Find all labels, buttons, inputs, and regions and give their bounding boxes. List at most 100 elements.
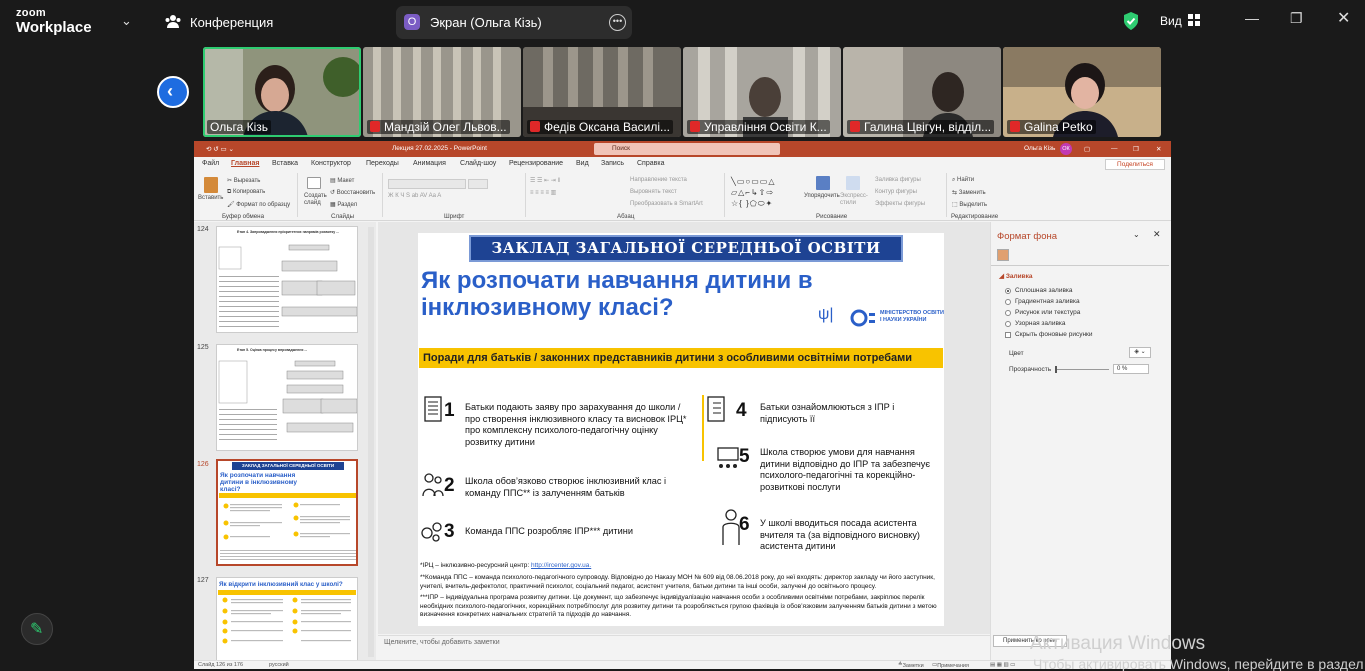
- grid-view-icon[interactable]: [1188, 14, 1200, 26]
- shape-effects-button[interactable]: Эффекты фигуры: [875, 201, 925, 207]
- ppt-share-button[interactable]: Поделиться: [1105, 159, 1165, 170]
- ppt-minimize-icon[interactable]: —: [1111, 145, 1118, 152]
- radio-picture-fill[interactable]: [1005, 310, 1011, 316]
- ribbon-divider: [525, 173, 526, 217]
- autosave-icon[interactable]: ⟲ ↺ ▭ ⌄: [206, 145, 234, 153]
- step-text: Батьки подають заяву про зарахування до …: [465, 402, 687, 447]
- reset-button[interactable]: ↺ Восстановить: [330, 189, 375, 196]
- ppt-status-bar: Слайд 126 из 176 русский ≙ Заметки ▭ При…: [194, 660, 1171, 669]
- fill-bucket-icon[interactable]: [997, 249, 1009, 261]
- menu-help[interactable]: Справка: [637, 160, 664, 167]
- step-number: 1: [441, 400, 461, 421]
- ribbon-options-icon[interactable]: ▢: [1084, 145, 1090, 153]
- notes-pane[interactable]: Щелкните, чтобы добавить заметки: [378, 635, 990, 660]
- menu-design[interactable]: Конструктор: [311, 160, 351, 167]
- font-format-icons[interactable]: Ж К Ч S ab AV Aa A: [388, 193, 441, 199]
- menu-review[interactable]: Рецензирование: [509, 160, 563, 167]
- menu-animation[interactable]: Анимация: [413, 160, 446, 167]
- thumb-title: Етап 4. Запровадження пріоритетних напря…: [237, 230, 340, 234]
- menu-record[interactable]: Запись: [601, 160, 624, 167]
- paste-button[interactable]: Вставить: [198, 195, 223, 201]
- status-language[interactable]: русский: [269, 662, 289, 668]
- thumbnails-scrollbar[interactable]: [368, 227, 374, 657]
- radio-gradient-fill[interactable]: [1005, 299, 1011, 305]
- ppt-restore-icon[interactable]: ❐: [1133, 145, 1139, 153]
- ppt-close-icon[interactable]: ✕: [1156, 145, 1161, 153]
- annotate-button[interactable]: ✎: [21, 613, 53, 645]
- format-painter-button[interactable]: 🖌 Формат по образцу: [227, 201, 290, 208]
- participant-tile[interactable]: Galina Petko: [1003, 47, 1161, 137]
- quick-styles-icon[interactable]: [846, 176, 860, 190]
- hide-bg-checkbox[interactable]: [1005, 332, 1011, 338]
- menu-view[interactable]: Вид: [576, 160, 589, 167]
- slide-thumbnail-126[interactable]: ЗАКЛАД ЗАГАЛЬНОЇ СЕРЕДНЬОЇ ОСВІТИ Як роз…: [216, 459, 358, 566]
- pane-close-icon[interactable]: ✕: [1153, 229, 1161, 240]
- ribbon-divider: [297, 173, 298, 217]
- restore-icon[interactable]: ❐: [1290, 10, 1303, 27]
- close-icon[interactable]: ✕: [1337, 8, 1350, 28]
- text-direction-button[interactable]: Направление текста: [630, 177, 687, 183]
- align-icons[interactable]: ≡ ≡ ≡ ≡ ▥: [530, 189, 556, 196]
- previous-page-button[interactable]: ‹: [157, 76, 189, 108]
- ircenter-link[interactable]: http://ircenter.gov.ua.: [531, 562, 591, 569]
- cut-button[interactable]: ✂ Вырезать: [227, 177, 260, 184]
- transparency-slider-thumb[interactable]: [1055, 366, 1057, 373]
- ppt-user-avatar[interactable]: ОК: [1060, 143, 1072, 155]
- menu-insert[interactable]: Вставка: [272, 160, 298, 167]
- ppt-search-box[interactable]: Поиск: [594, 143, 780, 155]
- radio-pattern-fill[interactable]: [1005, 321, 1011, 327]
- select-button[interactable]: ⬚ Выделить: [952, 201, 987, 208]
- new-slide-icon[interactable]: [307, 177, 321, 189]
- participant-tile[interactable]: Ольга Кізь: [203, 47, 361, 137]
- meeting-title[interactable]: Конференция: [190, 15, 273, 30]
- arrange-icon[interactable]: [816, 176, 830, 190]
- participant-name: Управління Освіти К...: [687, 120, 830, 134]
- color-picker-button[interactable]: ◈ ⌄: [1129, 347, 1151, 358]
- menu-slideshow[interactable]: Слайд-шоу: [460, 160, 496, 167]
- menu-home[interactable]: Главная: [231, 160, 259, 167]
- more-options-icon[interactable]: •••: [609, 14, 626, 31]
- font-size-select[interactable]: [468, 179, 488, 189]
- view-switcher-icons[interactable]: ▤ ▦ ▥ ▭: [990, 662, 1015, 668]
- layout-button[interactable]: ▤ Макет: [330, 177, 354, 184]
- participant-tile[interactable]: Управління Освіти К...: [683, 47, 841, 137]
- chevron-down-icon[interactable]: ⌄: [121, 13, 132, 29]
- slide-thumbnail-125[interactable]: Етап 5. Оцінка процесу впровадження ...: [216, 344, 358, 451]
- participant-tile[interactable]: Федів Оксана Василі...: [523, 47, 681, 137]
- replace-button[interactable]: ⇆ Заменить: [952, 189, 986, 196]
- participant-tile[interactable]: Мандзій Олег Львов...: [363, 47, 521, 137]
- slide-thumbnail-127[interactable]: Як відкрити інклюзивний клас у школі?: [216, 577, 358, 662]
- participant-tile[interactable]: Галина Цвігун, відділ...: [843, 47, 1001, 137]
- menu-transitions[interactable]: Переходы: [366, 160, 399, 167]
- arrange-button[interactable]: Упорядочить: [804, 193, 844, 200]
- transparency-input[interactable]: 0 %: [1113, 364, 1149, 374]
- pane-options-icon[interactable]: ⌄: [1133, 230, 1140, 239]
- font-family-select[interactable]: [388, 179, 466, 189]
- section-button[interactable]: ▦ Раздел: [330, 201, 357, 208]
- shape-outline-button[interactable]: Контур фигуры: [875, 189, 917, 195]
- minimize-icon[interactable]: —: [1245, 10, 1259, 26]
- smartart-button[interactable]: Преобразовать в SmartArt: [630, 201, 703, 207]
- shapes-gallery-row3[interactable]: ☆{ }⬠⬭✦: [731, 199, 773, 209]
- shield-check-icon[interactable]: [1122, 11, 1140, 31]
- fill-section-header[interactable]: ◢ Заливка: [999, 272, 1033, 280]
- shapes-gallery-row2[interactable]: ▱△⌐↳⇧⇨: [731, 188, 774, 197]
- align-text-button[interactable]: Выровнять текст: [630, 189, 677, 195]
- menu-file[interactable]: Файл: [202, 160, 219, 167]
- copy-button[interactable]: ⧉ Копировать: [227, 189, 265, 196]
- transparency-slider[interactable]: [1055, 369, 1109, 370]
- new-slide-button[interactable]: Создать слайд: [304, 193, 328, 207]
- view-menu[interactable]: Вид: [1160, 14, 1182, 28]
- status-comments-button[interactable]: ▭ Примечания: [932, 662, 969, 669]
- status-notes-button[interactable]: ≙ Заметки: [898, 662, 924, 669]
- windows-activation-title: Активация Windows: [1030, 633, 1206, 654]
- current-slide[interactable]: ЗАКЛАД ЗАГАЛЬНОЇ СЕРЕДНЬОЇ ОСВІТИ Як роз…: [418, 233, 944, 626]
- find-button[interactable]: ⌕ Найти: [952, 177, 974, 184]
- radio-solid-fill[interactable]: [1005, 288, 1011, 294]
- paste-icon[interactable]: [204, 177, 218, 193]
- shape-fill-button[interactable]: Заливка фигуры: [875, 177, 921, 183]
- quick-styles-button[interactable]: Экспресс-стили: [840, 193, 868, 207]
- shapes-gallery[interactable]: ╲▭○▭▭△: [731, 177, 775, 186]
- slide-thumbnail-124[interactable]: Етап 4. Запровадження пріоритетних напря…: [216, 226, 358, 333]
- paragraph-icons[interactable]: ☰ ☰ ⇤ ⇥ ‖: [530, 177, 560, 184]
